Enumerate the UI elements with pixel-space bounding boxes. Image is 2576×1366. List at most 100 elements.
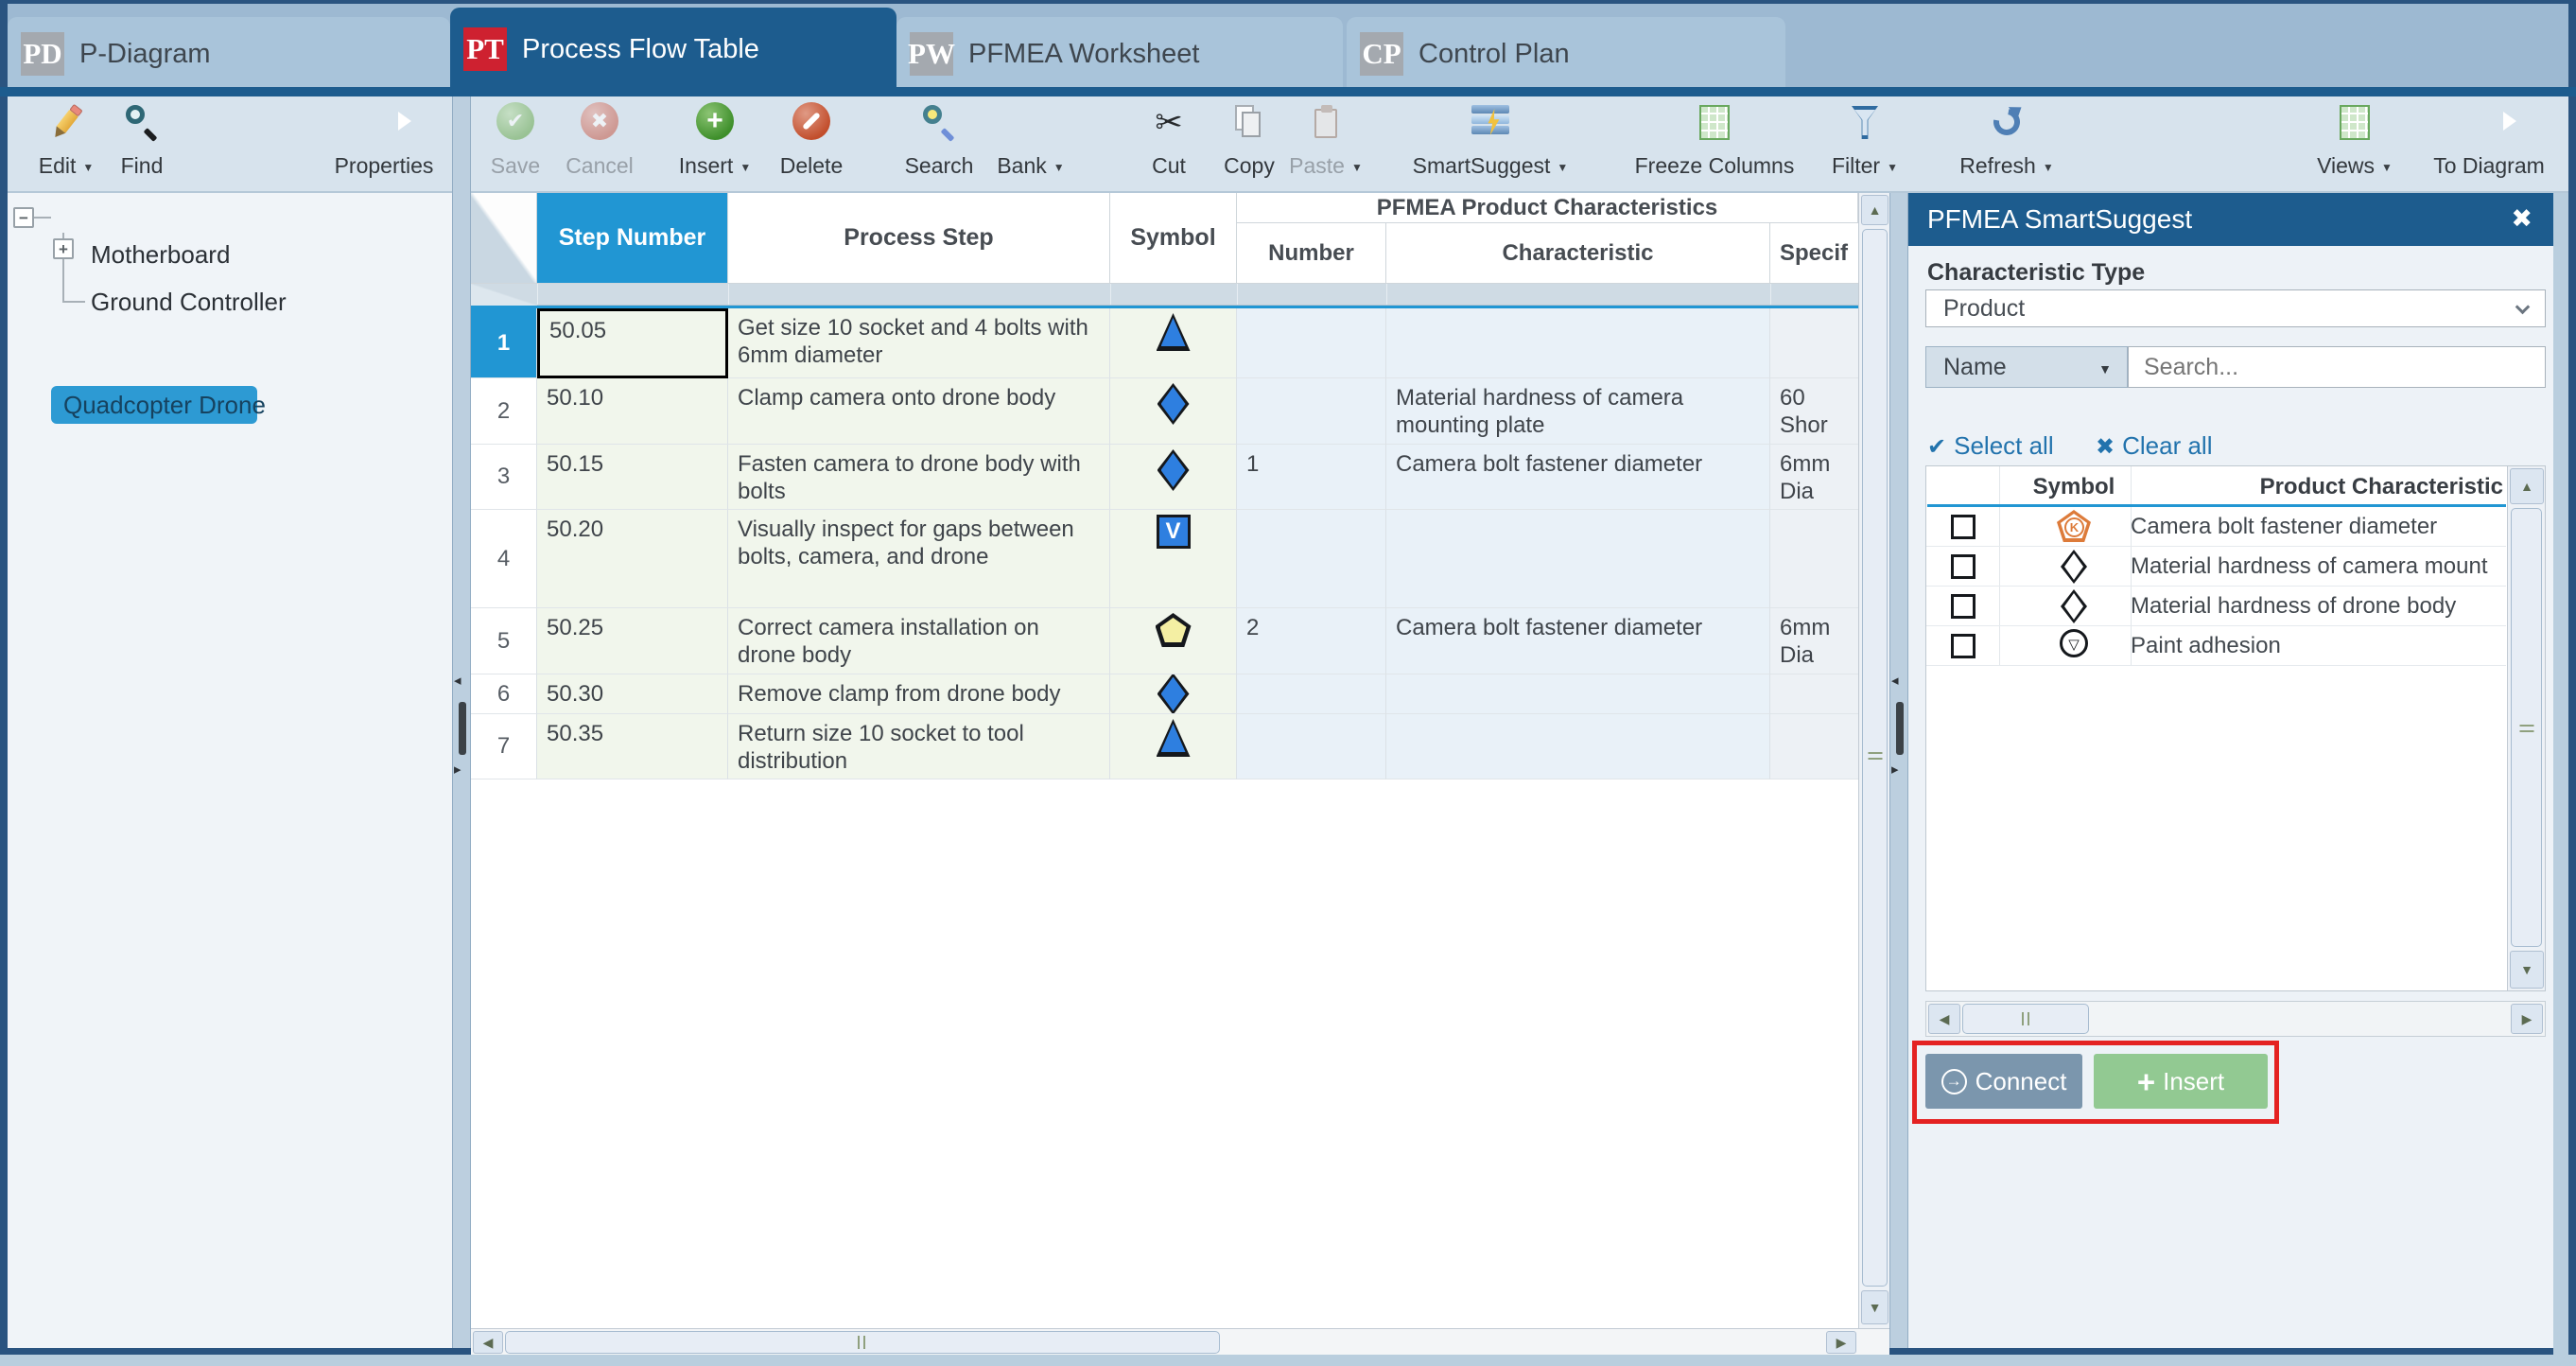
row-number[interactable]: 5: [471, 608, 537, 674]
clear-all-link[interactable]: ✖Clear all: [2096, 431, 2212, 461]
toolbar-button-smartsuggest[interactable]: SmartSuggest▼: [1386, 102, 1594, 187]
toolbar-button-freeze-columns[interactable]: Freeze Columns: [1610, 102, 1819, 187]
cell-specification[interactable]: 6mm Dia: [1770, 445, 1858, 510]
cell-symbol[interactable]: [1110, 608, 1237, 674]
cell-number[interactable]: [1237, 674, 1386, 714]
list-item[interactable]: Material hardness of drone body: [1926, 587, 2506, 626]
cell-symbol[interactable]: [1110, 445, 1237, 510]
cell-number[interactable]: 2: [1237, 608, 1386, 674]
column-header-characteristic[interactable]: Characteristic: [1386, 223, 1770, 284]
cell-symbol[interactable]: [1110, 674, 1237, 714]
toolbar-button-views[interactable]: Views▼: [2289, 102, 2421, 187]
characteristic-type-select[interactable]: Product: [1925, 289, 2546, 327]
select-all-link[interactable]: ✔Select all: [1927, 431, 2054, 461]
connect-button[interactable]: → Connect: [1925, 1054, 2082, 1109]
cell-specification[interactable]: 6mm Dia: [1770, 608, 1858, 674]
cell-number[interactable]: [1237, 510, 1386, 608]
splitter-handle[interactable]: [1896, 702, 1904, 755]
cell-characteristic[interactable]: Material hardness of camera mounting pla…: [1386, 378, 1770, 445]
cell-step-number[interactable]: 50.10: [537, 378, 728, 445]
cell-symbol[interactable]: [1110, 714, 1237, 779]
cell-step-number[interactable]: 50.30: [537, 674, 728, 714]
scroll-right-icon[interactable]: ▶: [2511, 1004, 2543, 1034]
cell-process-step[interactable]: Fasten camera to drone body with bolts: [728, 445, 1110, 510]
cell-symbol[interactable]: [1110, 510, 1237, 608]
row-number[interactable]: 2: [471, 378, 537, 445]
cell-step-number[interactable]: 50.15: [537, 445, 728, 510]
toolbar-button-filter[interactable]: Filter▼: [1799, 102, 1931, 187]
table-corner-cell[interactable]: [471, 193, 537, 284]
scroll-down-icon[interactable]: ▼: [1861, 1290, 1888, 1324]
tree-item-ground-controller[interactable]: Ground Controller: [91, 288, 287, 317]
right-splitter[interactable]: ◂ ▸: [1889, 193, 1908, 1348]
cell-characteristic[interactable]: [1386, 308, 1770, 378]
column-header-number[interactable]: Number: [1237, 223, 1386, 284]
list-horizontal-scrollbar[interactable]: ◀ ▶: [1925, 1001, 2546, 1037]
tab-control-plan[interactable]: CP Control Plan: [1347, 17, 1785, 91]
cell-specification[interactable]: [1770, 714, 1858, 779]
toolbar-button-cancel[interactable]: ✖ Cancel: [533, 102, 666, 187]
tab-pfmea-worksheet[interactable]: PW PFMEA Worksheet: [896, 17, 1343, 91]
tab-process-flow-table[interactable]: PT Process Flow Table: [450, 8, 896, 91]
column-header-specification[interactable]: Specif: [1770, 223, 1858, 284]
list-item[interactable]: Camera bolt fastener diameter: [1926, 507, 2506, 547]
checkbox[interactable]: [1951, 634, 1976, 658]
list-item[interactable]: Paint adhesion: [1926, 626, 2506, 666]
row-number[interactable]: 3: [471, 445, 537, 510]
cell-process-step[interactable]: Correct camera installation on drone bod…: [728, 608, 1110, 674]
list-item[interactable]: Material hardness of camera mount: [1926, 547, 2506, 587]
column-header-step-number[interactable]: Step Number: [537, 193, 728, 284]
cell-specification[interactable]: [1770, 308, 1858, 378]
checkbox[interactable]: [1951, 554, 1976, 579]
column-header-symbol[interactable]: Symbol: [1110, 193, 1237, 284]
search-input[interactable]: [2128, 346, 2546, 388]
scroll-right-icon[interactable]: ▶: [1826, 1331, 1856, 1354]
cell-process-step[interactable]: Get size 10 socket and 4 bolts with 6mm …: [728, 308, 1110, 378]
cell-number[interactable]: 1: [1237, 445, 1386, 510]
list-header-product-characteristic[interactable]: Product Characteristic: [2131, 474, 2503, 500]
cell-process-step[interactable]: Remove clamp from drone body: [728, 674, 1110, 714]
checkbox[interactable]: [1951, 515, 1976, 539]
column-header-process-step[interactable]: Process Step: [728, 193, 1110, 284]
scrollbar-thumb[interactable]: [2511, 508, 2542, 947]
cell-step-number[interactable]: 50.20: [537, 510, 728, 608]
filter-row[interactable]: [471, 284, 1858, 306]
toolbar-button-delete[interactable]: Delete: [745, 102, 878, 187]
expand-plus-icon[interactable]: +: [53, 238, 74, 259]
cell-process-step[interactable]: Visually inspect for gaps between bolts,…: [728, 510, 1110, 608]
toolbar-button-find[interactable]: Find: [76, 102, 208, 187]
row-number[interactable]: 6: [471, 674, 537, 714]
cell-characteristic[interactable]: [1386, 510, 1770, 608]
close-icon[interactable]: ✖: [2511, 204, 2532, 234]
scroll-left-icon[interactable]: ◀: [1928, 1004, 1960, 1034]
cell-process-step[interactable]: Clamp camera onto drone body: [728, 378, 1110, 445]
collapse-left-icon[interactable]: ◂: [1891, 672, 1899, 689]
cell-number[interactable]: [1237, 378, 1386, 445]
tree-item-motherboard[interactable]: Motherboard: [91, 240, 230, 270]
list-vertical-scrollbar[interactable]: ▲ ▼: [2507, 466, 2545, 990]
row-number[interactable]: 4: [471, 510, 537, 608]
row-number[interactable]: 7: [471, 714, 537, 779]
cell-specification[interactable]: [1770, 510, 1858, 608]
scrollbar-thumb[interactable]: [1962, 1004, 2089, 1034]
table-horizontal-scrollbar[interactable]: ◀ ▶: [471, 1328, 1889, 1355]
list-header-symbol[interactable]: Symbol: [2015, 474, 2132, 500]
cell-characteristic[interactable]: [1386, 714, 1770, 779]
row-number[interactable]: 1: [471, 308, 537, 378]
collapse-minus-icon[interactable]: −: [13, 207, 34, 228]
cell-step-number[interactable]: 50.35: [537, 714, 728, 779]
expand-right-icon[interactable]: ▸: [1891, 761, 1899, 778]
toolbar-button-to-diagram[interactable]: To Diagram: [2409, 102, 2569, 187]
expand-right-icon[interactable]: ▸: [454, 761, 461, 778]
cell-number[interactable]: [1237, 308, 1386, 378]
cell-specification[interactable]: 60 Shor: [1770, 378, 1858, 445]
toolbar-button-paste[interactable]: Paste▼: [1260, 102, 1392, 187]
scrollbar-thumb[interactable]: [505, 1331, 1220, 1354]
insert-button[interactable]: + Insert: [2094, 1054, 2268, 1109]
collapse-left-icon[interactable]: ◂: [454, 672, 461, 689]
checkbox[interactable]: [1951, 594, 1976, 619]
cell-characteristic[interactable]: [1386, 674, 1770, 714]
toolbar-button-bank[interactable]: Bank▼: [965, 102, 1097, 187]
search-field-selector[interactable]: Name ▼: [1925, 346, 2128, 388]
left-splitter[interactable]: ◂ ▸: [452, 96, 471, 1348]
